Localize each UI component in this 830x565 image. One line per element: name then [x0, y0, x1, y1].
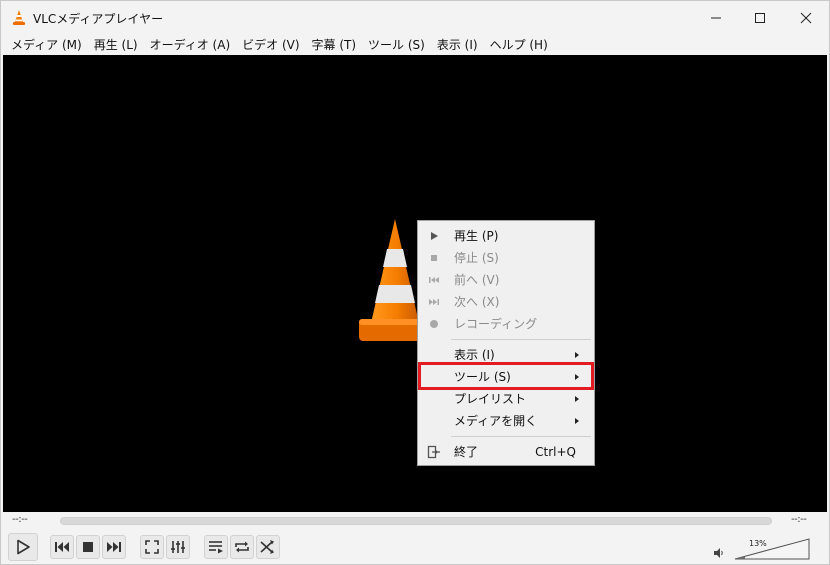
playlist-button[interactable]	[204, 535, 228, 559]
volume-slider[interactable]	[734, 538, 810, 560]
fullscreen-button[interactable]	[140, 535, 164, 559]
play-icon	[427, 229, 441, 243]
elapsed-time: --:--	[12, 514, 28, 525]
menu-help[interactable]: ヘルプ (H)	[484, 35, 554, 55]
ctx-item-playlist[interactable]: プレイリスト	[419, 388, 593, 410]
next-icon	[107, 542, 121, 552]
ctx-label: 表示 (I)	[454, 348, 495, 362]
ctx-label: 停止 (S)	[454, 251, 499, 265]
window-title: VLCメディアプレイヤー	[33, 12, 164, 26]
ctx-label: レコーディング	[454, 317, 538, 331]
next-button[interactable]	[102, 535, 126, 559]
volume-icon[interactable]	[713, 547, 725, 559]
playlist-icon	[209, 541, 223, 554]
submenu-arrow-icon	[575, 374, 579, 380]
context-menu: 再生 (P) 停止 (S) 前へ (V) 次へ (X) レコーディング 表示 (…	[417, 220, 595, 466]
loop-icon	[235, 541, 249, 553]
fullscreen-icon	[145, 540, 159, 554]
equalizer-icon	[171, 541, 185, 553]
ctx-item-tools[interactable]: ツール (S)	[419, 366, 593, 388]
play-button[interactable]	[8, 533, 38, 561]
ctx-item-play[interactable]: 再生 (P)	[419, 225, 593, 247]
stop-button[interactable]	[76, 535, 100, 559]
ctx-item-previous[interactable]: 前へ (V)	[419, 269, 593, 291]
menu-bar: メディア (M) 再生 (L) オーディオ (A) ビデオ (V) 字幕 (T)…	[1, 35, 829, 55]
ctx-label: メディアを開く	[454, 414, 538, 428]
ctx-item-next[interactable]: 次へ (X)	[419, 291, 593, 313]
menu-separator	[451, 339, 591, 340]
menu-audio[interactable]: オーディオ (A)	[144, 35, 237, 55]
menu-video[interactable]: ビデオ (V)	[236, 35, 305, 55]
remaining-time: --:--	[791, 514, 807, 525]
ctx-item-open-media[interactable]: メディアを開く	[419, 410, 593, 432]
next-icon	[427, 295, 441, 309]
previous-icon	[55, 542, 69, 552]
seek-row: --:-- --:--	[1, 512, 829, 530]
vlc-cone-icon	[13, 10, 25, 25]
ctx-label: 終了	[454, 445, 479, 459]
menu-tools[interactable]: ツール (S)	[362, 35, 431, 55]
shuffle-button[interactable]	[256, 535, 280, 559]
ctx-item-exit[interactable]: 終了 Ctrl+Q	[419, 441, 593, 463]
ctx-item-record[interactable]: レコーディング	[419, 313, 593, 335]
submenu-arrow-icon	[575, 396, 579, 402]
submenu-arrow-icon	[575, 352, 579, 358]
close-icon	[800, 12, 812, 24]
previous-button[interactable]	[50, 535, 74, 559]
stop-icon	[83, 542, 93, 552]
minimize-icon	[711, 17, 721, 19]
ctx-label: 次へ (X)	[454, 295, 500, 309]
exit-icon	[427, 445, 441, 459]
maximize-icon	[755, 13, 765, 23]
minimize-button[interactable]	[693, 1, 739, 35]
ctx-label: 前へ (V)	[454, 273, 500, 287]
menu-media[interactable]: メディア (M)	[5, 35, 88, 55]
seek-slider[interactable]	[60, 517, 772, 525]
vlc-window: VLCメディアプレイヤー メディア (M) 再生 (L) オーディオ (A) ビ…	[0, 0, 830, 565]
record-icon	[427, 317, 441, 331]
close-button[interactable]	[783, 1, 829, 35]
maximize-button[interactable]	[737, 1, 783, 35]
extended-settings-button[interactable]	[166, 535, 190, 559]
shuffle-icon	[260, 540, 274, 554]
stop-icon	[427, 251, 441, 265]
ctx-item-stop[interactable]: 停止 (S)	[419, 247, 593, 269]
menu-playback[interactable]: 再生 (L)	[88, 35, 144, 55]
loop-button[interactable]	[230, 535, 254, 559]
title-bar: VLCメディアプレイヤー	[1, 1, 829, 35]
ctx-shortcut: Ctrl+Q	[535, 445, 576, 459]
menu-subtitle[interactable]: 字幕 (T)	[306, 35, 363, 55]
ctx-label: 再生 (P)	[454, 229, 499, 243]
ctx-label: ツール (S)	[454, 370, 511, 384]
ctx-label: プレイリスト	[454, 392, 527, 406]
menu-view[interactable]: 表示 (I)	[431, 35, 484, 55]
play-icon	[17, 539, 30, 555]
volume-percentage: 13%	[749, 539, 767, 548]
ctx-item-view[interactable]: 表示 (I)	[419, 344, 593, 366]
video-area[interactable]	[3, 55, 827, 512]
menu-separator	[451, 436, 591, 437]
previous-icon	[427, 273, 441, 287]
submenu-arrow-icon	[575, 418, 579, 424]
